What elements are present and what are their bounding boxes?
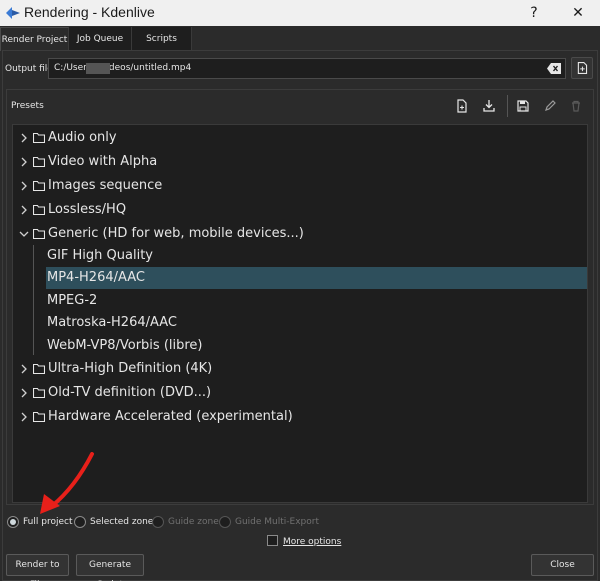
toolbar-separator <box>507 95 508 117</box>
tree-item-label: Ultra-High Definition (4K) <box>48 361 213 376</box>
close-window-button[interactable]: ✕ <box>556 0 600 26</box>
tab-render-project[interactable]: Render Project <box>0 27 69 51</box>
tree-item-label: Video with Alpha <box>48 154 158 169</box>
tab-bar: Render Project Job Queue Scripts <box>0 27 600 51</box>
chevron-right-icon[interactable] <box>19 180 29 192</box>
generate-script-button[interactable]: Generate Script <box>76 554 144 581</box>
tree-item-label: MP4-H264/AAC <box>47 270 145 285</box>
download-preset-button[interactable] <box>480 97 498 115</box>
browse-file-button[interactable] <box>571 57 593 79</box>
tree-item-ultra-high-definition[interactable]: Ultra-High Definition (4K) <box>13 358 587 380</box>
tree-item-label: GIF High Quality <box>47 248 153 263</box>
chevron-right-icon[interactable] <box>19 156 29 168</box>
clear-text-icon[interactable] <box>547 63 561 74</box>
presets-label: Presets <box>11 101 44 111</box>
close-button[interactable]: Close <box>531 554 594 576</box>
output-file-label: Output file <box>5 64 53 74</box>
folder-icon <box>33 228 45 239</box>
tree-item-label: Lossless/HQ <box>48 202 127 217</box>
kdenlive-logo-icon <box>6 7 20 19</box>
tab-job-queue[interactable]: Job Queue <box>69 27 132 51</box>
tree-item-label: MPEG-2 <box>47 293 98 308</box>
output-file-field[interactable]: C:/Users/ /Videos/untitled.mp4 <box>48 58 566 79</box>
radio-indicator <box>219 516 231 528</box>
tab-scripts[interactable]: Scripts <box>132 27 192 51</box>
title-bar: Rendering - Kdenlive ? ✕ <box>0 0 600 26</box>
radio-label: Full project <box>23 517 73 527</box>
presets-tree[interactable]: Audio only Video with Alpha Images seque… <box>12 124 588 503</box>
tree-item-label: Generic (HD for web, mobile devices...) <box>48 226 304 241</box>
tree-item-label: Audio only <box>48 130 117 145</box>
chevron-right-icon[interactable] <box>19 204 29 216</box>
tree-item-label: Images sequence <box>48 178 163 193</box>
tree-item-label: WebM-VP8/Vorbis (libre) <box>47 338 203 353</box>
tree-item-video-with-alpha[interactable]: Video with Alpha <box>13 151 587 173</box>
folder-icon <box>33 363 45 374</box>
chevron-down-icon[interactable] <box>19 228 29 240</box>
radio-label: Selected zone <box>90 517 154 527</box>
redacted-username <box>86 63 110 74</box>
save-preset-button[interactable] <box>514 97 532 115</box>
tree-item-mpeg-2[interactable]: MPEG-2 <box>13 290 587 312</box>
folder-icon <box>33 132 45 143</box>
folder-icon <box>33 204 45 215</box>
folder-icon <box>33 387 45 398</box>
annotation-arrow-icon <box>40 452 94 514</box>
tree-item-generic[interactable]: Generic (HD for web, mobile devices...) <box>13 223 587 245</box>
folder-icon <box>33 180 45 191</box>
tree-item-matroska-h264-aac[interactable]: Matroska-H264/AAC <box>13 312 587 334</box>
output-file-value: C:/Users/ /Videos/untitled.mp4 <box>54 63 192 73</box>
folder-icon <box>33 411 45 422</box>
download-icon <box>483 100 495 112</box>
radio-label: Guide Multi-Export <box>235 517 319 527</box>
chevron-right-icon[interactable] <box>19 132 29 144</box>
help-button[interactable]: ? <box>512 0 556 26</box>
radio-label: Guide zone <box>168 517 219 527</box>
tree-item-hardware-accelerated[interactable]: Hardware Accelerated (experimental) <box>13 406 587 428</box>
window-title: Rendering - Kdenlive <box>24 4 155 20</box>
new-file-icon <box>457 99 467 113</box>
new-preset-button[interactable] <box>453 97 471 115</box>
edit-preset-button[interactable] <box>541 97 559 115</box>
render-to-file-button[interactable]: Render to File <box>6 554 69 581</box>
radio-indicator <box>152 516 164 528</box>
tree-item-lossless-hq[interactable]: Lossless/HQ <box>13 199 587 221</box>
tree-item-gif-high-quality[interactable]: GIF High Quality <box>13 245 587 267</box>
tree-item-images-sequence[interactable]: Images sequence <box>13 175 587 197</box>
delete-preset-button[interactable] <box>567 97 585 115</box>
tree-item-webm-vp8-vorbis[interactable]: WebM-VP8/Vorbis (libre) <box>13 335 587 357</box>
radio-indicator[interactable] <box>7 516 19 528</box>
tree-item-label: Matroska-H264/AAC <box>47 315 177 330</box>
tree-item-label: Old-TV definition (DVD...) <box>48 385 212 400</box>
pencil-icon <box>545 100 556 111</box>
chevron-right-icon[interactable] <box>19 387 29 399</box>
more-options-label[interactable]: More options <box>283 537 341 547</box>
tree-item-audio-only[interactable]: Audio only <box>13 127 587 149</box>
tree-item-label: Hardware Accelerated (experimental) <box>48 409 293 424</box>
file-open-icon <box>577 62 588 74</box>
tree-item-old-tv-definition[interactable]: Old-TV definition (DVD...) <box>13 382 587 404</box>
trash-icon <box>572 100 580 112</box>
chevron-right-icon[interactable] <box>19 411 29 423</box>
tree-item-mp4-h264-aac[interactable]: MP4-H264/AAC <box>13 267 587 289</box>
save-icon <box>517 100 529 112</box>
folder-icon <box>33 156 45 167</box>
more-options-checkbox[interactable] <box>267 535 278 546</box>
chevron-right-icon[interactable] <box>19 363 29 375</box>
